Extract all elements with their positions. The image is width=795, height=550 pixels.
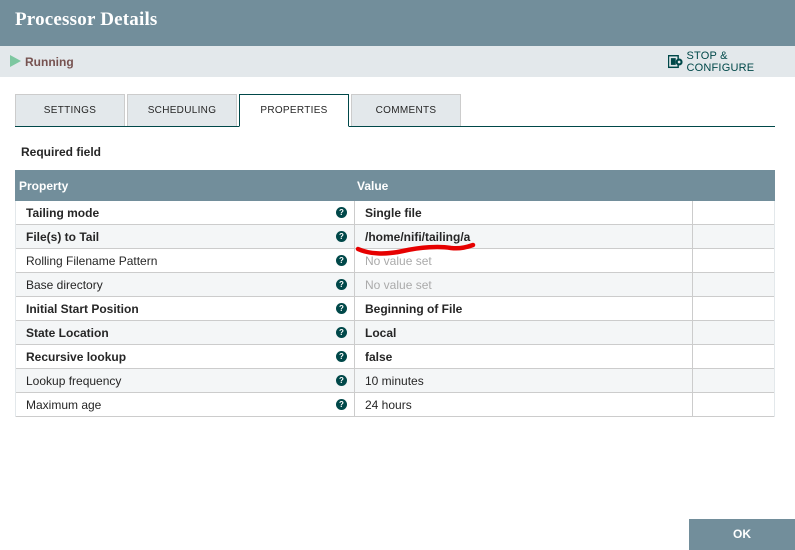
help-icon[interactable]: ? <box>336 375 347 386</box>
dialog-header: Processor Details <box>0 0 795 46</box>
property-name: Lookup frequency <box>26 374 122 388</box>
tab-properties[interactable]: PROPERTIES <box>239 94 349 127</box>
property-value[interactable]: 10 minutes <box>365 374 424 388</box>
property-value[interactable]: false <box>365 350 392 364</box>
column-divider <box>692 393 693 417</box>
column-divider <box>354 345 355 369</box>
property-value[interactable]: Single file <box>365 206 422 220</box>
property-name: File(s) to Tail <box>26 230 100 244</box>
column-divider <box>692 369 693 393</box>
stop-configure-label: STOP & CONFIGURE <box>686 50 755 74</box>
table-row[interactable]: Initial Start Position? Beginning of File <box>16 297 774 321</box>
column-header-value: Value <box>357 179 389 193</box>
table-row[interactable]: Lookup frequency? 10 minutes <box>16 369 774 393</box>
table-row[interactable]: Base directory? No value set <box>16 273 774 297</box>
column-divider <box>354 201 355 225</box>
help-icon[interactable]: ? <box>336 399 347 410</box>
column-divider <box>354 297 355 321</box>
property-value[interactable]: 24 hours <box>365 398 412 412</box>
properties-table: Property Value Tailing mode? Single file F… <box>15 170 775 417</box>
column-divider <box>692 225 693 249</box>
property-name: Base directory <box>26 278 103 292</box>
help-icon[interactable]: ? <box>336 351 347 362</box>
stop-configure-button[interactable]: STOP & CONFIGURE <box>668 50 795 74</box>
play-icon <box>10 55 21 67</box>
column-divider <box>354 225 355 249</box>
help-icon[interactable]: ? <box>336 255 347 266</box>
help-icon[interactable]: ? <box>336 279 347 290</box>
tab-settings[interactable]: SETTINGS <box>15 94 125 126</box>
help-icon[interactable]: ? <box>336 231 347 242</box>
ok-button[interactable]: OK <box>689 519 795 550</box>
property-value[interactable]: Local <box>365 326 396 340</box>
property-name: Maximum age <box>26 398 102 412</box>
column-divider <box>692 273 693 297</box>
tab-scheduling[interactable]: SCHEDULING <box>127 94 237 126</box>
table-row[interactable]: Maximum age? 24 hours <box>16 393 774 417</box>
column-divider <box>354 273 355 297</box>
column-divider <box>692 321 693 345</box>
column-header-property: Property <box>19 179 69 193</box>
column-divider <box>692 297 693 321</box>
property-name: Tailing mode <box>26 206 100 220</box>
table-row[interactable]: Rolling Filename Pattern? No value set <box>16 249 774 273</box>
tab-comments[interactable]: COMMENTS <box>351 94 461 126</box>
stop-configure-icon <box>668 55 683 69</box>
property-value[interactable]: Beginning of File <box>365 302 462 316</box>
property-value[interactable]: No value set <box>365 278 432 292</box>
column-divider <box>692 345 693 369</box>
column-divider <box>692 249 693 273</box>
column-divider <box>354 393 355 417</box>
help-icon[interactable]: ? <box>336 327 347 338</box>
property-value[interactable]: No value set <box>365 254 432 268</box>
table-row[interactable]: File(s) to Tail? /home/nifi/tailing/a <box>16 225 774 249</box>
property-value[interactable]: /home/nifi/tailing/a <box>365 230 470 244</box>
property-name: Rolling Filename Pattern <box>26 254 158 268</box>
table-row[interactable]: Tailing mode? Single file <box>16 201 774 225</box>
table-row[interactable]: State Location? Local <box>16 321 774 345</box>
column-divider <box>692 201 693 225</box>
column-divider <box>354 369 355 393</box>
run-status-label: Running <box>25 55 74 69</box>
help-icon[interactable]: ? <box>336 207 347 218</box>
help-icon[interactable]: ? <box>336 303 347 314</box>
dialog-title: Processor Details <box>15 9 158 30</box>
table-header: Property Value <box>15 170 775 201</box>
property-name: Recursive lookup <box>26 350 127 364</box>
tab-divider <box>15 126 775 127</box>
property-name: State Location <box>26 326 109 340</box>
table-body: Tailing mode? Single file File(s) to Tail?… <box>15 201 775 417</box>
property-name: Initial Start Position <box>26 302 139 316</box>
required-field-label: Required field <box>21 145 102 159</box>
column-divider <box>354 321 355 345</box>
column-divider <box>354 249 355 273</box>
table-row[interactable]: Recursive lookup? false <box>16 345 774 369</box>
